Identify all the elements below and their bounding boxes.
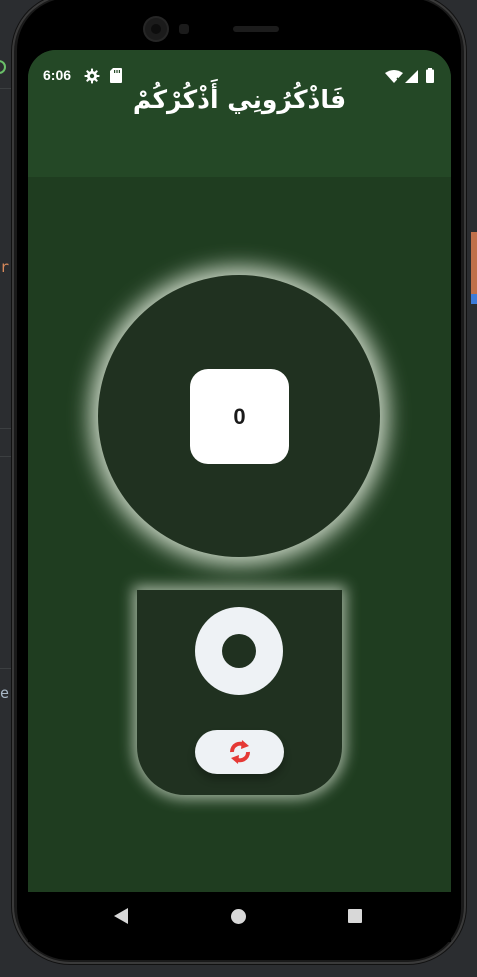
phone-screen: 6:06 فَاذْكُرُونِي أَذْكُرْكُمْ 0 bbox=[28, 50, 451, 942]
main-content: 0 bbox=[28, 177, 451, 892]
control-panel bbox=[137, 590, 342, 795]
proximity-sensor bbox=[179, 24, 189, 34]
earpiece-speaker bbox=[233, 26, 279, 32]
recent-apps-icon[interactable] bbox=[348, 909, 362, 923]
ide-right-marker bbox=[471, 294, 477, 304]
ide-code-char: e bbox=[0, 684, 10, 702]
app-bar: فَاذْكُرُونِي أَذْكُرْكُمْ bbox=[28, 85, 451, 177]
ide-status-ring-icon bbox=[0, 60, 6, 74]
refresh-icon bbox=[230, 740, 250, 764]
navigation-bar bbox=[28, 892, 451, 942]
home-icon[interactable] bbox=[231, 909, 246, 924]
count-tap-button[interactable] bbox=[195, 607, 283, 695]
ide-right-marker bbox=[471, 232, 477, 294]
back-icon[interactable] bbox=[114, 908, 128, 924]
counter-circle: 0 bbox=[98, 275, 380, 557]
counter-value: 0 bbox=[190, 369, 289, 464]
page-title: فَاذْكُرُونِي أَذْكُرْكُمْ bbox=[132, 85, 347, 114]
front-camera bbox=[145, 18, 167, 40]
ide-code-char: r bbox=[0, 258, 10, 276]
reset-button[interactable] bbox=[195, 730, 284, 774]
